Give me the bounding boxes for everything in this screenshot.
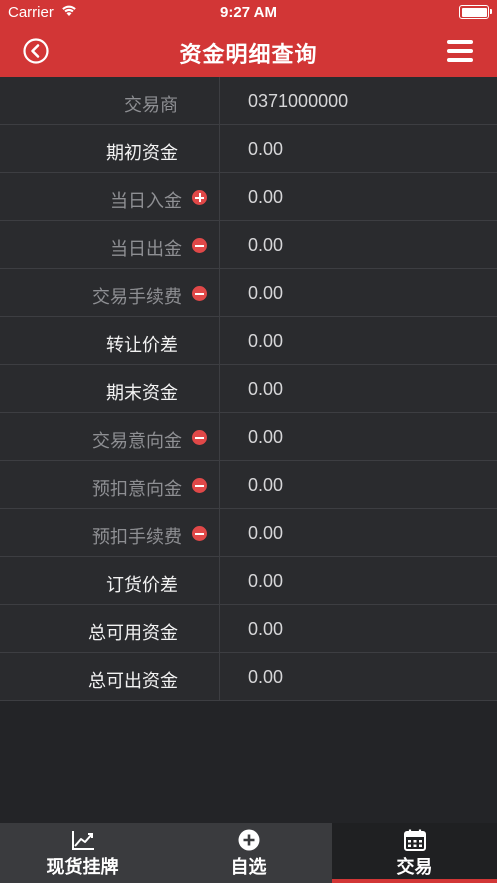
nav-bar: 资金明细查询 [0,26,497,77]
plus-circle-icon [238,829,259,851]
table-row: 预扣意向金 0.00 [0,461,497,509]
tab-spot-listing[interactable]: 现货挂牌 [0,823,165,883]
battery-icon [459,5,492,19]
menu-button[interactable] [447,40,473,62]
minus-icon [192,526,207,541]
row-label: 期初资金 [106,143,178,163]
table-row: 总可出资金 0.00 [0,653,497,701]
table-row: 期初资金 0.00 [0,125,497,173]
table-row: 订货价差 0.00 [0,557,497,605]
row-value: 0.00 [248,427,284,447]
row-value: 0.00 [248,475,284,495]
row-label: 交易手续费 [92,287,182,307]
row-value: 0.00 [248,571,284,591]
row-value: 0.00 [248,235,284,255]
minus-icon [192,286,207,301]
row-label: 转让价差 [106,335,178,355]
row-label: 当日入金 [110,191,182,211]
minus-icon [192,238,207,253]
row-value: 0.00 [248,139,284,159]
row-value: 0.00 [248,619,284,639]
row-label: 预扣手续费 [92,527,182,547]
table-row: 交易手续费 0.00 [0,269,497,317]
table-row: 期末资金 0.00 [0,365,497,413]
row-value: 0.00 [248,331,284,351]
plus-icon [192,190,207,205]
table-row: 交易意向金 0.00 [0,413,497,461]
screen: Carrier 9:27 AM 资金明细查询 交易商 0371000000 期初… [0,0,497,883]
table-row: 总可用资金 0.00 [0,605,497,653]
tab-label: 自选 [230,857,267,877]
row-value: 0.00 [248,283,284,303]
funds-detail-table: 交易商 0371000000 期初资金 0.00 当日入金 0.00 当日出金 … [0,77,497,701]
menu-icon [447,40,473,44]
row-label: 总可用资金 [88,623,178,643]
row-label: 总可出资金 [88,671,178,691]
row-label: 交易意向金 [92,431,182,451]
tab-favorites[interactable]: 自选 [166,823,331,883]
calendar-icon [403,829,426,851]
top-bar: Carrier 9:27 AM 资金明细查询 [0,0,497,77]
row-label: 当日出金 [110,239,182,259]
tab-bar: 现货挂牌 自选 交易 [0,823,497,883]
row-label: 订货价差 [106,575,178,595]
row-label: 预扣意向金 [92,479,182,499]
row-value: 0.00 [248,667,284,687]
minus-icon [192,430,207,445]
minus-icon [192,478,207,493]
row-value: 0.00 [248,187,284,207]
table-row: 当日出金 0.00 [0,221,497,269]
tab-trade[interactable]: 交易 [332,823,497,883]
row-value: 0.00 [248,523,284,543]
table-row: 交易商 0371000000 [0,77,497,125]
tab-label: 交易 [396,857,433,877]
page-title: 资金明细查询 [179,42,318,67]
status-bar: Carrier 9:27 AM [0,0,497,26]
table-row: 转让价差 0.00 [0,317,497,365]
row-label: 交易商 [124,95,178,115]
tab-label: 现货挂牌 [46,857,119,877]
status-time: 9:27 AM [220,4,277,21]
chart-line-icon [71,831,94,850]
row-value: 0371000000 [248,91,349,111]
table-row: 预扣手续费 0.00 [0,509,497,557]
table-row: 当日入金 0.00 [0,173,497,221]
row-value: 0.00 [248,379,284,399]
row-label: 期末资金 [106,383,178,403]
